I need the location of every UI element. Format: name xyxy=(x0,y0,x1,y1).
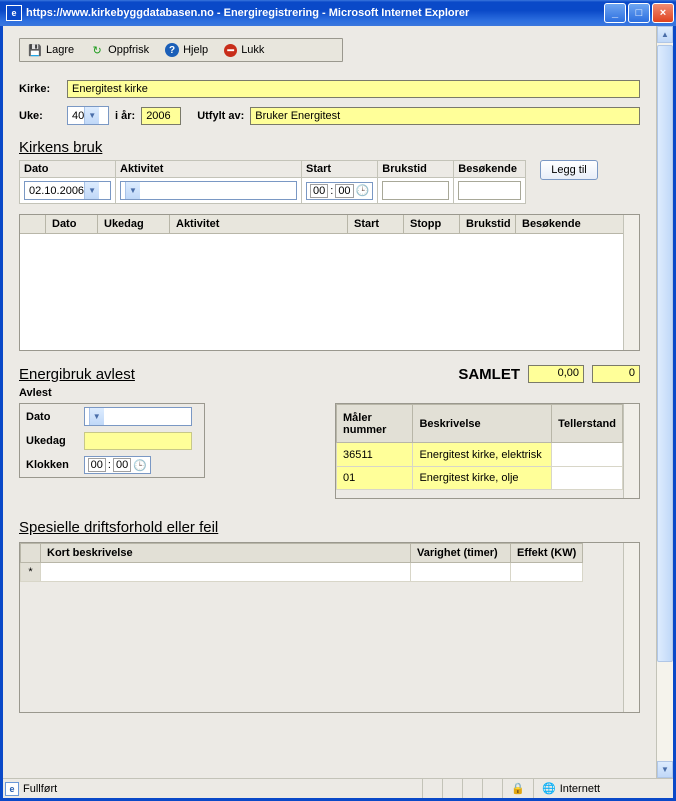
section-kirkens-bruk: Kirkens bruk xyxy=(19,139,640,156)
clock-icon: 🕒 xyxy=(356,184,370,197)
uke-label: Uke: xyxy=(19,110,61,122)
meter-col-num: Måler nummer xyxy=(337,405,413,443)
save-label: Lagre xyxy=(46,44,74,56)
list-col-start: Start xyxy=(348,215,404,233)
drift-col-besk: Kort beskrivelse xyxy=(41,544,411,563)
avlest-box: Dato ▼ Ukedag Klokken xyxy=(19,403,205,478)
avlest-dato-label: Dato xyxy=(20,404,78,429)
window-maximize-button[interactable]: □ xyxy=(628,3,650,23)
utfylt-label: Utfylt av: xyxy=(197,110,244,122)
dato-value: 02.10.2006 xyxy=(29,185,84,197)
chevron-down-icon: ▼ xyxy=(84,107,99,124)
list-scrollbar[interactable] xyxy=(623,215,639,350)
refresh-button[interactable]: ↻ Oppfrisk xyxy=(84,41,159,59)
list-col-ukedag: Ukedag xyxy=(98,215,170,233)
drift-col-eff: Effekt (KW) xyxy=(511,544,583,563)
add-button[interactable]: Legg til xyxy=(540,160,597,180)
brukstid-input[interactable] xyxy=(382,181,449,200)
clock-icon: 🕒 xyxy=(133,459,147,472)
window-title: https://www.kirkebyggdatabasen.no - Ener… xyxy=(26,7,604,19)
window-minimize-button[interactable]: _ xyxy=(604,3,626,23)
uke-value: 40 xyxy=(72,110,84,122)
chevron-down-icon: ▼ xyxy=(125,182,140,199)
list-col-besokende: Besøkende xyxy=(516,215,623,233)
refresh-label: Oppfrisk xyxy=(108,44,149,56)
list-rowheader xyxy=(20,215,46,233)
status-text: Fullført xyxy=(23,783,57,795)
section-drift: Spesielle driftsforhold eller feil xyxy=(19,519,640,536)
close-icon: ━ xyxy=(224,44,237,57)
meter-row[interactable]: 36511 Energitest kirke, elektrisk xyxy=(337,443,623,467)
drift-rowheader xyxy=(21,544,41,563)
list-col-dato: Dato xyxy=(46,215,98,233)
kirkens-bruk-input: Dato Aktivitet Start Brukstid Besøkende … xyxy=(19,160,526,204)
window-titlebar: e https://www.kirkebyggdatabasen.no - En… xyxy=(0,0,676,26)
ie-icon: e xyxy=(5,782,19,796)
status-bar: e Fullført 🔒 🌐 Internett xyxy=(3,778,673,798)
avlest-ukedag-value xyxy=(84,432,192,450)
col-brukstid: Brukstid xyxy=(378,161,454,178)
kirke-label: Kirke: xyxy=(19,83,61,95)
list-body xyxy=(20,234,623,350)
meter-scrollbar[interactable] xyxy=(623,404,639,498)
scroll-up-icon[interactable]: ▲ xyxy=(657,26,673,43)
status-zone: Internett xyxy=(560,783,600,795)
col-dato: Dato xyxy=(20,161,116,178)
samlet-label: SAMLET xyxy=(458,366,520,383)
utfylt-value: Bruker Energitest xyxy=(250,107,640,125)
avlest-klokken-label: Klokken xyxy=(20,453,78,477)
drift-grid: Kort beskrivelse Varighet (timer) Effekt… xyxy=(19,542,640,713)
scroll-thumb[interactable] xyxy=(657,45,673,662)
avlest-ukedag-label: Ukedag xyxy=(20,429,78,453)
drift-body xyxy=(20,582,623,712)
kirke-value: Energitest kirke xyxy=(67,80,640,98)
samlet-a: 0,00 xyxy=(528,365,584,383)
meter-grid: Måler nummer Beskrivelse Tellerstand 365… xyxy=(335,403,640,499)
aktivitet-select[interactable]: ▼ xyxy=(120,181,297,200)
window-close-button[interactable]: × xyxy=(652,3,674,23)
avlest-label: Avlest xyxy=(19,387,640,399)
ie-icon: e xyxy=(6,5,22,21)
iaar-label: i år: xyxy=(115,110,135,122)
uke-select[interactable]: 40 ▼ xyxy=(67,106,109,125)
besokende-input[interactable] xyxy=(458,181,521,200)
help-label: Hjelp xyxy=(183,44,208,56)
chevron-down-icon: ▼ xyxy=(89,408,104,425)
save-button[interactable]: 💾 Lagre xyxy=(22,41,84,59)
page-scrollbar[interactable]: ▲ ▼ xyxy=(656,26,673,778)
new-row-marker: * xyxy=(21,563,41,582)
iaar-value: 2006 xyxy=(141,107,181,125)
drift-scrollbar[interactable] xyxy=(623,543,639,712)
refresh-icon: ↻ xyxy=(90,43,104,57)
close-button[interactable]: ━ Lukk xyxy=(218,41,274,59)
save-icon: 💾 xyxy=(28,43,42,57)
kirkens-bruk-list: Dato Ukedag Aktivitet Start Stopp Brukst… xyxy=(19,214,640,351)
list-col-stopp: Stopp xyxy=(404,215,460,233)
lock-icon: 🔒 xyxy=(511,782,525,795)
col-aktivitet: Aktivitet xyxy=(116,161,302,178)
list-col-brukstid: Brukstid xyxy=(460,215,516,233)
help-button[interactable]: ? Hjelp xyxy=(159,41,218,59)
help-icon: ? xyxy=(165,43,179,57)
page-content: 💾 Lagre ↻ Oppfrisk ? Hjelp ━ Lukk Kirke:… xyxy=(3,26,656,778)
meter-col-besk: Beskrivelse xyxy=(413,405,552,443)
meter-row[interactable]: 01 Energitest kirke, olje xyxy=(337,466,623,490)
drift-col-var: Varighet (timer) xyxy=(411,544,511,563)
scroll-down-icon[interactable]: ▼ xyxy=(657,761,673,778)
klokken-time-input[interactable]: 00: 00 🕒 xyxy=(84,456,151,474)
avlest-dato-select[interactable]: ▼ xyxy=(84,407,192,426)
dato-select[interactable]: 02.10.2006 ▼ xyxy=(24,181,111,200)
start-time-input[interactable]: 00: 00 🕒 xyxy=(306,182,373,200)
col-besokende: Besøkende xyxy=(454,161,526,178)
list-col-aktivitet: Aktivitet xyxy=(170,215,348,233)
drift-new-row[interactable]: * xyxy=(21,563,583,582)
globe-icon: 🌐 xyxy=(542,782,556,795)
close-label: Lukk xyxy=(241,44,264,56)
chevron-down-icon: ▼ xyxy=(84,182,99,199)
section-energibruk: Energibruk avlest xyxy=(19,366,450,383)
meter-col-stand: Tellerstand xyxy=(552,405,623,443)
col-start: Start xyxy=(302,161,378,178)
form-toolbar: 💾 Lagre ↻ Oppfrisk ? Hjelp ━ Lukk xyxy=(19,38,343,62)
samlet-b: 0 xyxy=(592,365,640,383)
